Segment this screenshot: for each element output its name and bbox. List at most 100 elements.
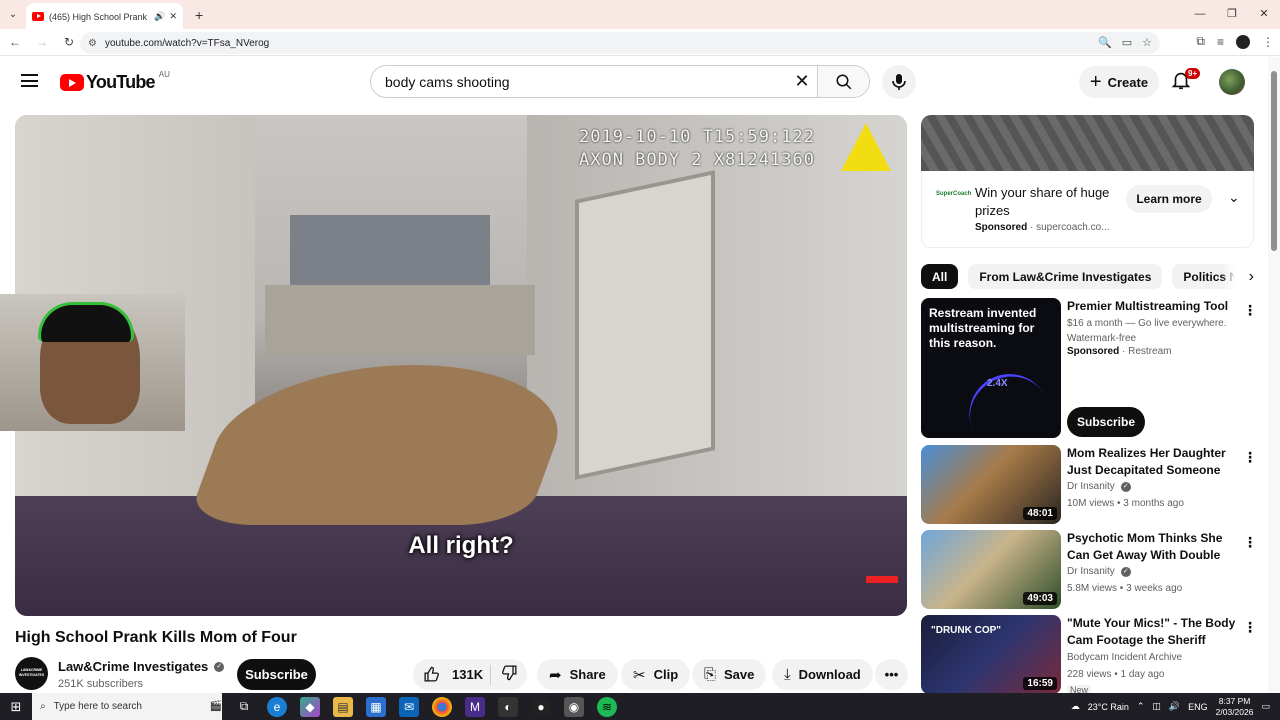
sponsored-thumbnail[interactable]: Restream invented multistreaming for thi… xyxy=(921,298,1061,438)
tray-chevron-icon[interactable]: ⌃ xyxy=(1137,701,1145,712)
windows-start-icon[interactable]: ⊞ xyxy=(0,699,32,715)
search-button[interactable] xyxy=(817,66,869,97)
bookmark-star-icon[interactable]: ☆ xyxy=(1142,36,1152,49)
zoom-icon[interactable]: 🔍 xyxy=(1098,36,1112,49)
learn-more-button[interactable]: Learn more xyxy=(1126,185,1212,213)
chevron-right-icon[interactable]: › xyxy=(1222,264,1254,290)
more-vert-icon[interactable]: ⋮ xyxy=(1243,449,1257,466)
speaker-icon[interactable]: 🔊 xyxy=(154,11,165,22)
subscribe-button[interactable]: Subscribe xyxy=(237,659,316,690)
download-button[interactable]: ⤓ Download xyxy=(772,659,873,690)
channel-link[interactable]: Dr Insanity ✓ xyxy=(1067,566,1131,577)
channel-link[interactable]: Bodycam Incident Archive xyxy=(1067,652,1182,663)
new-tab-button[interactable]: + xyxy=(195,7,203,23)
language-indicator[interactable]: ENG xyxy=(1188,702,1208,712)
duration-badge: 48:01 xyxy=(1023,507,1057,520)
video-thumbnail[interactable]: 49:03 xyxy=(921,530,1061,609)
clip-button[interactable]: ✂ Clip xyxy=(621,659,691,690)
chrome-icon[interactable] xyxy=(432,696,452,717)
more-horizontal-icon: ••• xyxy=(884,667,899,682)
channel-name-link[interactable]: Law&Crime Investigates ✓ xyxy=(58,659,225,674)
spotify-icon[interactable]: ≋ xyxy=(597,696,617,717)
video-title-link[interactable]: Psychotic Mom Thinks She Can Get Away Wi… xyxy=(1067,530,1237,564)
advertiser-name: Restream xyxy=(1128,346,1172,357)
more-vert-icon[interactable]: ⋮ xyxy=(1243,302,1257,319)
more-vert-icon[interactable]: ⋮ xyxy=(1243,619,1254,636)
obs-icon[interactable]: ● xyxy=(531,696,551,717)
dislike-button[interactable] xyxy=(491,664,527,685)
chrome-active-icon[interactable]: ◉ xyxy=(564,696,584,717)
sponsored-subscribe-button[interactable]: Subscribe xyxy=(1067,407,1145,437)
more-actions-button[interactable]: ••• xyxy=(875,659,908,690)
clock[interactable]: 8:37 PM 2/03/2026 xyxy=(1216,696,1254,718)
close-tab-icon[interactable]: ✕ xyxy=(169,11,177,22)
network-icon[interactable]: ◫ xyxy=(1152,701,1161,712)
edge-icon[interactable]: e xyxy=(267,696,287,717)
axon-logo-icon xyxy=(841,123,891,171)
weather-icon[interactable]: ☁ xyxy=(1071,701,1080,712)
more-vert-icon[interactable]: ⋮ xyxy=(1243,534,1257,551)
like-button[interactable]: 131K xyxy=(413,664,491,685)
video-thumbnail[interactable]: 48:01 xyxy=(921,445,1061,524)
channel-link[interactable]: Dr Insanity ✓ xyxy=(1067,481,1131,492)
cast-icon[interactable]: ▭ xyxy=(1122,36,1132,49)
clear-search-icon[interactable]: ✕ xyxy=(787,71,817,92)
taskbar-search[interactable]: ⌕ Type here to search 🎬 xyxy=(32,693,222,720)
back-button[interactable]: ← xyxy=(3,35,27,49)
address-bar[interactable]: ⚙ youtube.com/watch?v=TFsa_NVerog 🔍 ▭ ☆ xyxy=(80,32,1160,54)
store-icon[interactable]: ▦ xyxy=(366,696,386,717)
tab-search-button[interactable]: ⌄ xyxy=(0,2,26,28)
video-frame-shelves xyxy=(290,215,490,285)
video-title-link[interactable]: Mom Realizes Her Daughter Just Decapitat… xyxy=(1067,445,1237,479)
forward-button[interactable]: → xyxy=(30,35,54,49)
account-avatar[interactable] xyxy=(1219,69,1245,95)
media-controls-icon[interactable]: ≡ xyxy=(1217,35,1224,49)
channel-avatar[interactable]: LAW&CRIME INVESTIGATES xyxy=(15,657,48,690)
list-item[interactable]: 48:01 Mom Realizes Her Daughter Just Dec… xyxy=(921,445,1257,525)
scrollbar-thumb[interactable] xyxy=(1271,71,1277,251)
restore-button[interactable]: ❐ xyxy=(1216,0,1248,29)
search-box: body cams shooting ✕ xyxy=(370,65,870,98)
page-scrollbar[interactable] xyxy=(1268,57,1280,693)
volume-icon[interactable]: 🔊 xyxy=(1169,701,1180,712)
extensions-icon[interactable]: ⧉ xyxy=(1196,34,1205,49)
reload-button[interactable]: ↻ xyxy=(57,35,81,49)
save-button[interactable]: ⎘ Save xyxy=(692,659,767,690)
ad-sponsored-label: Sponsored xyxy=(975,222,1028,233)
youtube-logo[interactable]: YouTube AU xyxy=(60,70,170,93)
notification-center-icon[interactable]: ▭ xyxy=(1261,701,1270,712)
media-app-icon[interactable]: ◐ xyxy=(498,696,518,717)
copilot-icon[interactable]: ◆ xyxy=(300,696,320,717)
task-view-icon[interactable]: ⧉ xyxy=(234,697,254,717)
webcam-headset xyxy=(38,302,134,342)
file-explorer-icon[interactable]: ▤ xyxy=(333,696,353,717)
browser-tab[interactable]: (465) High School Prank Kil 🔊 ✕ xyxy=(26,3,183,30)
scissors-icon: ✂ xyxy=(633,666,646,684)
share-button[interactable]: ➦ Share xyxy=(537,659,618,690)
search-input[interactable]: body cams shooting xyxy=(371,74,787,90)
browser-profile-avatar[interactable] xyxy=(1236,34,1250,49)
chip-from-channel[interactable]: From Law&Crime Investigates xyxy=(968,264,1163,289)
chevron-down-icon[interactable]: ⌄ xyxy=(1228,189,1240,206)
video-thumbnail[interactable]: "DRUNK COP" 16:59 xyxy=(921,615,1061,693)
voice-search-button[interactable] xyxy=(882,65,916,99)
chip-all[interactable]: All xyxy=(921,264,959,289)
list-item[interactable]: 49:03 Psychotic Mom Thinks She Can Get A… xyxy=(921,530,1257,610)
weather-text[interactable]: 23°C Rain xyxy=(1088,702,1129,712)
menu-icon[interactable] xyxy=(21,74,38,87)
site-info-icon[interactable]: ⚙ xyxy=(88,38,97,49)
video-title-link[interactable]: "Mute Your Mics!" - The Body Cam Footage… xyxy=(1067,615,1237,649)
minimize-button[interactable]: — xyxy=(1184,0,1216,29)
app-icon[interactable]: M xyxy=(465,696,485,717)
outlook-icon[interactable]: ✉ xyxy=(399,696,419,717)
supercoach-logo: SuperCoach xyxy=(936,191,972,197)
browser-menu-icon[interactable]: ⋮ xyxy=(1262,35,1274,49)
video-frame-cabinets xyxy=(265,285,535,355)
ad-banner-image[interactable] xyxy=(921,115,1254,171)
ad-card[interactable]: SuperCoach Win your share of huge prizes… xyxy=(921,171,1254,248)
create-button[interactable]: + Create xyxy=(1079,66,1159,98)
sponsored-video[interactable]: Restream invented multistreaming for thi… xyxy=(921,298,1257,438)
list-item[interactable]: "DRUNK COP" 16:59 "Mute Your Mics!" - Th… xyxy=(921,615,1254,693)
clock-date: 2/03/2026 xyxy=(1215,706,1254,717)
close-window-button[interactable]: ✕ xyxy=(1248,0,1280,29)
